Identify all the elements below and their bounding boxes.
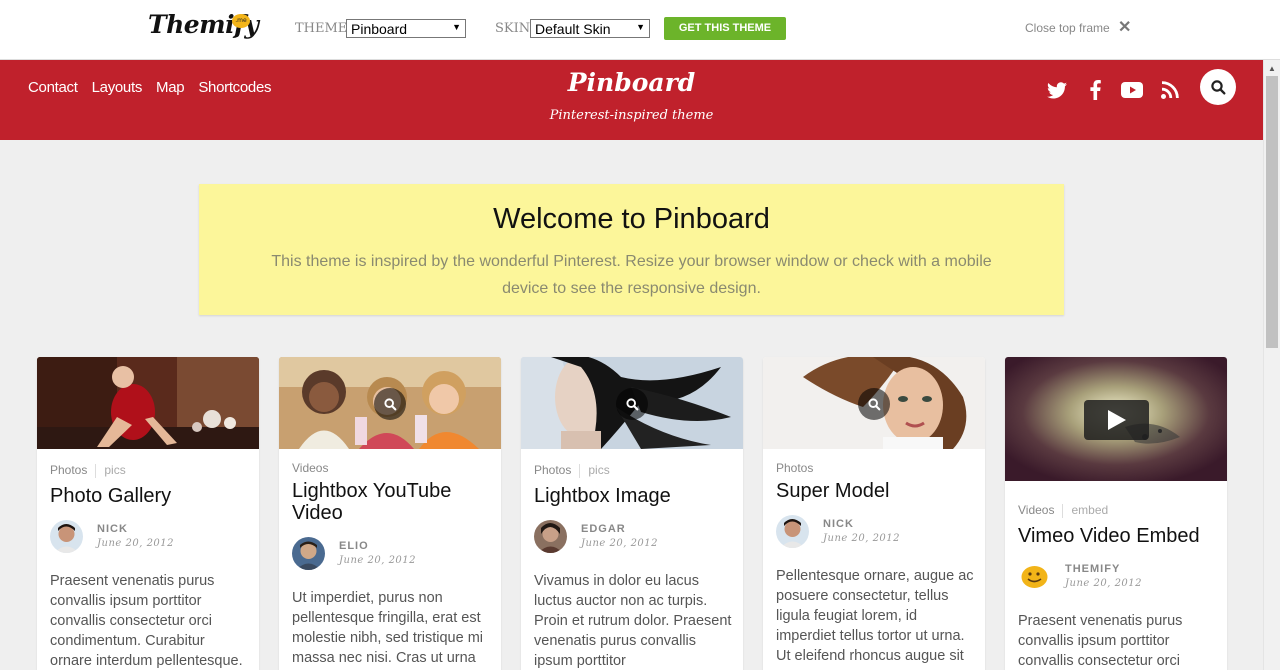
search-icon: [1210, 79, 1225, 94]
close-top-frame-link[interactable]: Close top frame: [1025, 21, 1110, 35]
post-date: June 20, 2012: [339, 555, 417, 566]
post-categories: Photos: [776, 461, 813, 475]
search-icon: [383, 397, 396, 410]
post-card: Videos Lightbox YouTube Video ELIO June …: [279, 357, 501, 670]
skin-select-value: Default Skin: [535, 21, 611, 37]
search-icon: [625, 397, 638, 410]
post-date: June 20, 2012: [823, 533, 901, 544]
select-arrow-icon: ▼: [636, 22, 645, 32]
post-excerpt: Pellentesque ornare, augue ac posuere co…: [776, 568, 974, 664]
post-image[interactable]: [521, 357, 743, 449]
category-link[interactable]: Videos: [292, 461, 328, 475]
post-author[interactable]: ELIO: [339, 540, 369, 552]
post-excerpt: Ut imperdiet, purus non pellentesque fri…: [292, 590, 483, 666]
welcome-text: This theme is inspired by the wonderful …: [271, 253, 992, 297]
post-author[interactable]: NICK: [97, 523, 128, 535]
post-excerpt: Praesent venenatis purus convallis ipsum…: [50, 573, 243, 669]
scroll-up-arrow-icon[interactable]: ▲: [1268, 64, 1276, 73]
post-title[interactable]: Photo Gallery: [50, 485, 250, 507]
post-author[interactable]: NICK: [823, 518, 854, 530]
post-title[interactable]: Lightbox YouTube Video: [292, 480, 492, 524]
category-link[interactable]: Photos: [534, 463, 571, 477]
category-link[interactable]: Photos: [776, 461, 813, 475]
theme-label: THEME: [295, 21, 348, 36]
welcome-box: Welcome to Pinboard This theme is inspir…: [199, 184, 1064, 315]
zoom-overlay[interactable]: [374, 388, 406, 420]
zoom-overlay[interactable]: [858, 388, 890, 420]
post-date: June 20, 2012: [581, 538, 659, 549]
facebook-icon[interactable]: [1082, 77, 1108, 103]
post-video[interactable]: [1005, 357, 1227, 481]
theme-select[interactable]: Pinboard ▼: [346, 19, 466, 38]
play-button[interactable]: [1084, 400, 1149, 440]
rss-icon[interactable]: [1157, 77, 1183, 103]
post-card: Photos pics Lightbox Image EDGAR June 20,…: [521, 357, 743, 670]
post-title[interactable]: Vimeo Video Embed: [1018, 525, 1218, 547]
welcome-title: Welcome to Pinboard: [493, 203, 770, 235]
twitter-icon[interactable]: [1044, 77, 1070, 103]
avatar[interactable]: [534, 520, 567, 553]
get-theme-button[interactable]: GET THIS THEME: [664, 17, 786, 40]
tag-link[interactable]: pics: [104, 463, 125, 477]
tag-link[interactable]: pics: [588, 463, 609, 477]
post-author[interactable]: THEMIFY: [1065, 563, 1120, 575]
zoom-overlay[interactable]: [616, 388, 648, 420]
search-button[interactable]: [1200, 69, 1236, 105]
post-card: Photos Super Model NICK June 20, 2012 Pe…: [763, 357, 985, 670]
post-title[interactable]: Super Model: [776, 480, 976, 502]
page-scrollbar[interactable]: ▲: [1263, 60, 1280, 670]
theme-select-value: Pinboard: [351, 21, 408, 37]
post-categories: Photos pics: [534, 463, 610, 478]
post-date: June 20, 2012: [1065, 578, 1143, 589]
avatar[interactable]: [1018, 560, 1051, 593]
post-card: Photos pics Photo Gallery NICK June 20, 2…: [37, 357, 259, 670]
post-excerpt: Praesent venenatis purus convallis ipsum…: [1018, 613, 1183, 669]
post-excerpt: Vivamus in dolor eu lacus luctus auctor …: [534, 573, 732, 669]
scroll-thumb[interactable]: [1266, 76, 1278, 348]
skin-label: SKIN: [495, 21, 531, 36]
category-link[interactable]: Videos: [1018, 503, 1054, 517]
post-card: Videos embed Vimeo Video Embed THEMIFY Ju…: [1005, 357, 1227, 670]
post-categories: Videos embed: [1018, 503, 1108, 518]
tag-link[interactable]: embed: [1071, 503, 1108, 517]
post-title[interactable]: Lightbox Image: [534, 485, 734, 507]
post-date: June 20, 2012: [97, 538, 175, 549]
play-icon: [1107, 410, 1126, 430]
avatar[interactable]: [776, 515, 809, 548]
category-link[interactable]: Photos: [50, 463, 87, 477]
avatar[interactable]: [50, 520, 83, 553]
close-icon[interactable]: ✕: [1118, 17, 1131, 37]
site-title[interactable]: Pinboard: [0, 68, 1263, 97]
category-separator: [579, 463, 581, 478]
category-separator: [1062, 503, 1064, 518]
themify-logo-badge: .me: [232, 14, 250, 28]
post-categories: Photos pics: [50, 463, 126, 478]
post-categories: Videos: [292, 461, 328, 475]
site-tagline: Pinterest-inspired theme: [549, 108, 714, 123]
category-separator: [95, 463, 97, 478]
post-author[interactable]: EDGAR: [581, 523, 626, 535]
avatar[interactable]: [292, 537, 325, 570]
post-image[interactable]: [279, 357, 501, 449]
skin-select[interactable]: Default Skin ▼: [530, 19, 650, 38]
site-header: Contact Layouts Map Shortcodes Pinboard …: [0, 60, 1263, 140]
search-icon: [867, 397, 880, 410]
top-frame: Themify .me THEME Pinboard ▼ SKIN Defaul…: [0, 0, 1280, 60]
select-arrow-icon: ▼: [452, 22, 461, 32]
post-image[interactable]: [763, 357, 985, 449]
youtube-icon[interactable]: [1119, 77, 1145, 103]
post-image[interactable]: [37, 357, 259, 449]
